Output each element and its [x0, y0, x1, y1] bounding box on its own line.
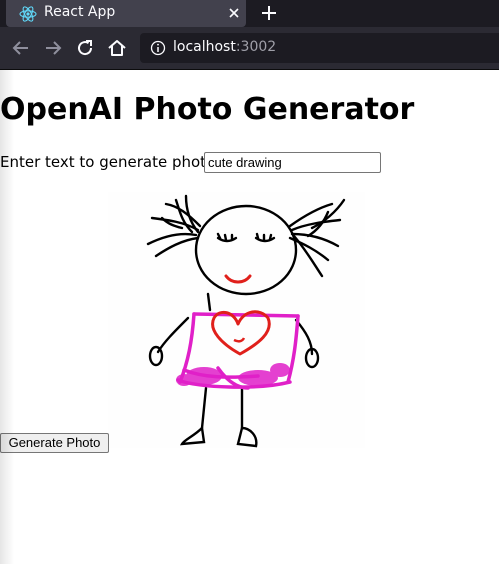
page-title: OpenAI Photo Generator	[0, 92, 415, 127]
prompt-label: Enter text to generate photo:	[0, 153, 221, 171]
browser-tab-bar: React App	[0, 0, 499, 27]
tab-title: React App	[44, 4, 116, 20]
url-host: localhost	[173, 39, 236, 55]
address-bar[interactable]: localhost:3002	[140, 33, 499, 63]
forward-arrow-icon[interactable]	[42, 37, 64, 59]
back-arrow-icon[interactable]	[10, 37, 32, 59]
generate-photo-button[interactable]: Generate Photo	[0, 433, 109, 453]
page-left-shadow	[0, 70, 14, 564]
url-text: localhost:3002	[173, 39, 276, 55]
child-drawing-image	[108, 192, 365, 448]
info-icon[interactable]	[150, 40, 166, 56]
close-tab-icon[interactable]	[224, 3, 244, 23]
new-tab-plus-icon[interactable]	[258, 2, 280, 24]
page-content: OpenAI Photo Generator Enter text to gen…	[0, 70, 499, 564]
browser-tab-react-app[interactable]: React App	[6, 0, 246, 27]
prompt-input[interactable]	[204, 152, 381, 173]
reload-icon[interactable]	[74, 37, 96, 59]
home-icon[interactable]	[106, 37, 128, 59]
react-logo-icon	[19, 6, 37, 22]
url-port: :3002	[235, 39, 277, 55]
